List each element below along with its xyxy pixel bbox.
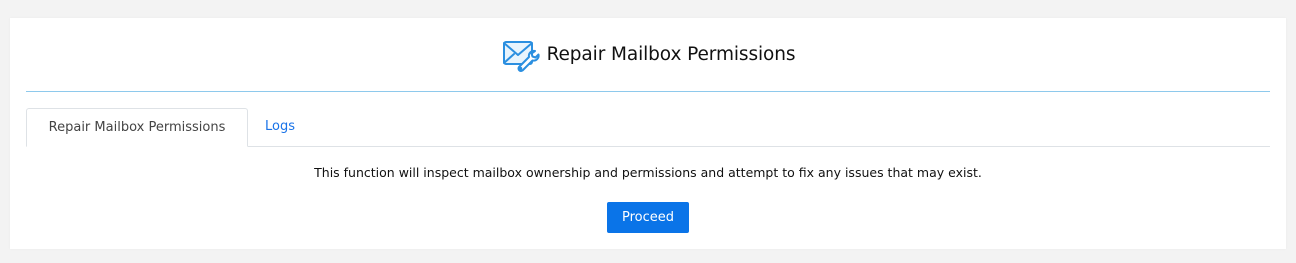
repair-mailbox-card: Repair Mailbox Permissions Repair Mailbo… (10, 18, 1286, 249)
tab-repair-mailbox-permissions[interactable]: Repair Mailbox Permissions (26, 108, 248, 147)
page-title: Repair Mailbox Permissions (546, 44, 796, 65)
header-divider (26, 91, 1270, 92)
mail-wrench-icon (501, 35, 541, 75)
proceed-button[interactable]: Proceed (607, 202, 689, 233)
tab-logs[interactable]: Logs (265, 108, 295, 146)
page-header: Repair Mailbox Permissions (10, 18, 1286, 91)
tab-bar: Repair Mailbox Permissions Logs (26, 108, 1270, 147)
function-description: This function will inspect mailbox owner… (314, 165, 982, 180)
